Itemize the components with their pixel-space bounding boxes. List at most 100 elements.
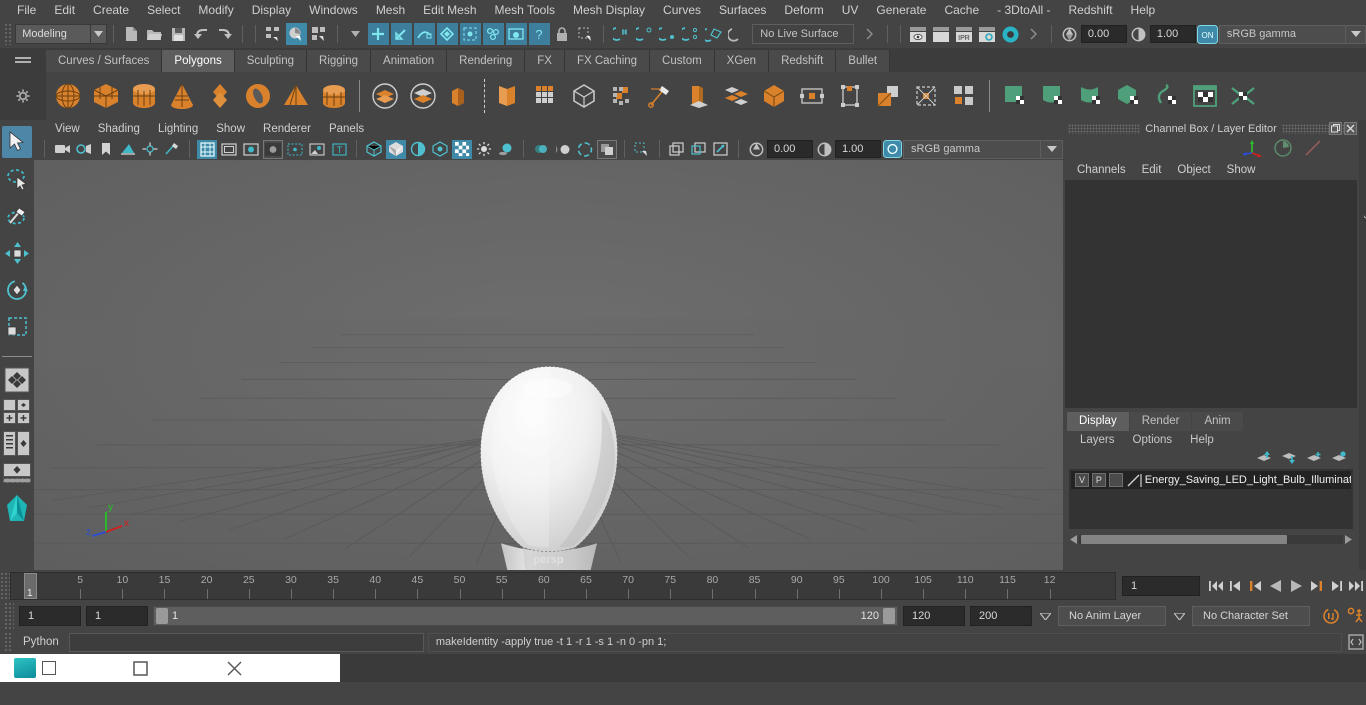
uv-cylindrical-icon[interactable] bbox=[1035, 77, 1071, 115]
select-mask-dropdown-icon[interactable] bbox=[345, 23, 366, 45]
color-space-dropdown-arrow[interactable] bbox=[1345, 24, 1366, 44]
animation-end-time-field[interactable]: 200 bbox=[970, 606, 1032, 626]
snap-point-icon[interactable] bbox=[657, 23, 678, 45]
camera-attributes-icon[interactable] bbox=[52, 140, 72, 159]
character-set-selector[interactable]: No Character Set bbox=[1192, 606, 1310, 626]
shelf-tab-xgen[interactable]: XGen bbox=[714, 50, 770, 72]
poly-separate-icon[interactable] bbox=[405, 77, 441, 115]
select-by-component-icon[interactable] bbox=[309, 23, 330, 45]
textured-icon[interactable] bbox=[430, 140, 450, 159]
undock-panel-icon[interactable] bbox=[1329, 122, 1342, 135]
uv-unfold-icon[interactable] bbox=[1225, 77, 1261, 115]
menu-create[interactable]: Create bbox=[84, 1, 138, 19]
menu-mesh[interactable]: Mesh bbox=[367, 1, 414, 19]
scrollbar-track[interactable] bbox=[1079, 534, 1343, 544]
new-layer-from-selected-icon[interactable] bbox=[1331, 451, 1347, 467]
layout-single-perspective[interactable] bbox=[2, 367, 32, 393]
resolution-gate-icon[interactable] bbox=[241, 140, 261, 159]
camera-bookmark-icon[interactable] bbox=[74, 140, 94, 159]
poly-pyramid-icon[interactable] bbox=[278, 77, 314, 115]
menu-generate[interactable]: Generate bbox=[867, 1, 935, 19]
snap-grid-icon[interactable] bbox=[611, 23, 632, 45]
new-layer-icon[interactable] bbox=[1306, 451, 1322, 467]
poly-multicut-icon[interactable] bbox=[946, 77, 982, 115]
text-display-icon[interactable]: T bbox=[329, 140, 349, 159]
shelf-tab-polygons[interactable]: Polygons bbox=[162, 50, 235, 72]
poly-duplicate-face-icon[interactable] bbox=[870, 77, 906, 115]
viewport-menu-show[interactable]: Show bbox=[207, 122, 254, 136]
viewport-color-space-selector[interactable]: sRGB gamma bbox=[903, 139, 1041, 159]
isolate-select-icon[interactable] bbox=[632, 140, 652, 159]
shelf-tab-bullet[interactable]: Bullet bbox=[836, 50, 891, 72]
animation-curve-icon[interactable] bbox=[1273, 138, 1293, 161]
scrollbar-thumb[interactable] bbox=[1081, 534, 1287, 544]
go-to-start-icon[interactable] bbox=[1206, 575, 1226, 597]
menu-mesh-display[interactable]: Mesh Display bbox=[564, 1, 654, 19]
layer-menu-layers[interactable]: Layers bbox=[1071, 433, 1124, 447]
range-start-handle[interactable] bbox=[156, 608, 168, 624]
layer-row[interactable]: V P Energy_Saving_LED_Light_Bulb_Illumin… bbox=[1071, 471, 1351, 489]
script-editor-icon[interactable] bbox=[1346, 631, 1366, 653]
graph-editor-icon[interactable] bbox=[1303, 138, 1323, 161]
hypershade-icon[interactable] bbox=[1000, 23, 1021, 45]
shade-with-wireframe-icon[interactable] bbox=[408, 140, 428, 159]
new-scene-icon[interactable] bbox=[121, 23, 142, 45]
film-gate-icon[interactable] bbox=[219, 140, 239, 159]
menu-windows[interactable]: Windows bbox=[300, 1, 367, 19]
channel-box-menu-channels[interactable]: Channels bbox=[1069, 162, 1134, 178]
close-icon[interactable] bbox=[206, 654, 262, 682]
poly-cylinder-icon[interactable] bbox=[126, 77, 162, 115]
uv-automatic-icon[interactable] bbox=[1111, 77, 1147, 115]
menu-edit[interactable]: Edit bbox=[45, 1, 84, 19]
motion-blur-icon[interactable] bbox=[553, 140, 573, 159]
menu-mesh-tools[interactable]: Mesh Tools bbox=[486, 1, 564, 19]
shelf-tab-rigging[interactable]: Rigging bbox=[307, 50, 372, 72]
time-slider[interactable]: 1 5 10 15 20 25 30 35 40 45 50 55 60 65 70 75 80 85 90 95 1… bbox=[10, 572, 1116, 600]
move-tool[interactable] bbox=[2, 237, 32, 269]
texture-display-icon[interactable] bbox=[452, 139, 472, 159]
poly-platonic-icon[interactable] bbox=[202, 77, 238, 115]
panel-drag-handle-left[interactable] bbox=[1068, 124, 1141, 134]
exposure-icon[interactable] bbox=[1059, 23, 1080, 45]
mask-handles-icon[interactable] bbox=[367, 23, 389, 45]
shelf-tab-fx-caching[interactable]: FX Caching bbox=[564, 50, 651, 72]
menu-modify[interactable]: Modify bbox=[189, 1, 242, 19]
animation-start-time-field[interactable]: 1 bbox=[19, 606, 81, 626]
menu-edit-mesh[interactable]: Edit Mesh bbox=[414, 1, 485, 19]
poly-sphere-icon[interactable] bbox=[50, 77, 86, 115]
shelf-menu-icon[interactable] bbox=[0, 48, 46, 72]
step-back-keyframe-icon[interactable] bbox=[1226, 575, 1246, 597]
film-gate-display-icon[interactable] bbox=[285, 140, 305, 159]
select-by-object-icon[interactable] bbox=[285, 23, 307, 45]
select-camera-icon[interactable] bbox=[711, 140, 731, 159]
play-forwards-icon[interactable] bbox=[1286, 575, 1306, 597]
smooth-shade-all-icon[interactable] bbox=[386, 139, 406, 159]
gamma-value[interactable]: 1.00 bbox=[1149, 25, 1196, 43]
shelf-tab-rendering[interactable]: Rendering bbox=[447, 50, 526, 72]
menu-display[interactable]: Display bbox=[243, 1, 300, 19]
menu-3dtoall[interactable]: - 3DtoAll - bbox=[988, 1, 1059, 19]
poly-torus-icon[interactable] bbox=[240, 77, 276, 115]
redo-icon[interactable] bbox=[214, 23, 235, 45]
redo-render-icon[interactable] bbox=[931, 23, 952, 45]
command-input-field[interactable] bbox=[68, 632, 424, 652]
menu-cache[interactable]: Cache bbox=[935, 1, 988, 19]
rotate-tool[interactable] bbox=[2, 274, 32, 306]
image-plane-icon[interactable] bbox=[118, 140, 138, 159]
layer-tab-anim[interactable]: Anim bbox=[1192, 412, 1243, 431]
make-live-icon[interactable] bbox=[726, 23, 747, 45]
snap-curve-icon[interactable] bbox=[634, 23, 655, 45]
shelf-tab-curves-surfaces[interactable]: Curves / Surfaces bbox=[46, 50, 163, 72]
mask-curves-icon[interactable] bbox=[413, 23, 435, 45]
viewport-menu-lighting[interactable]: Lighting bbox=[149, 122, 207, 136]
channel-box-menu-object[interactable]: Object bbox=[1169, 162, 1218, 178]
poly-bridge-icon[interactable] bbox=[756, 77, 792, 115]
menu-set-dropdown-arrow[interactable] bbox=[90, 24, 108, 44]
menu-redshift[interactable]: Redshift bbox=[1060, 1, 1122, 19]
live-surface-field[interactable]: No Live Surface bbox=[752, 24, 854, 44]
uv-editor-icon[interactable] bbox=[1187, 77, 1223, 115]
bookmark-icon[interactable] bbox=[96, 140, 116, 159]
menu-uv[interactable]: UV bbox=[833, 1, 868, 19]
poly-cone-icon[interactable] bbox=[164, 77, 200, 115]
gate-mask-icon[interactable] bbox=[263, 139, 283, 159]
